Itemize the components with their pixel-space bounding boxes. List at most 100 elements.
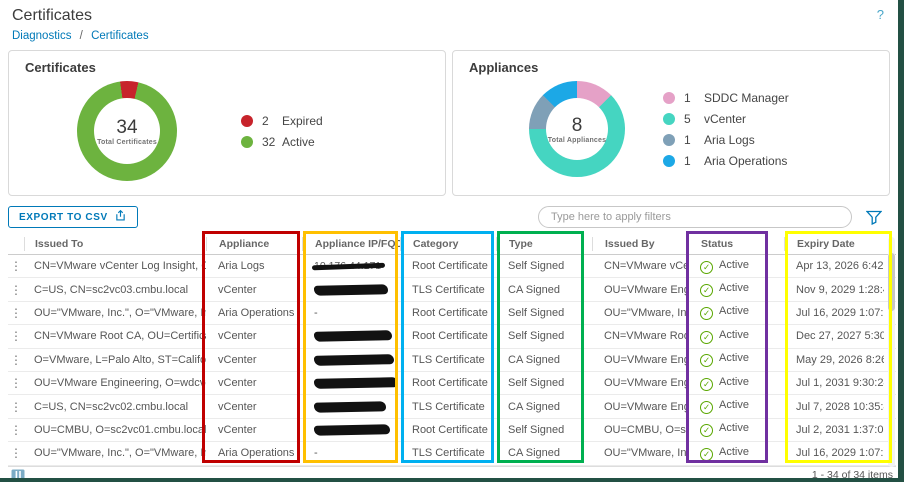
row-menu-icon[interactable]: ⋮ <box>10 283 22 297</box>
cell-issued-by: OU=VMware Engine... <box>604 400 688 413</box>
legend-count: 1 <box>684 90 691 105</box>
legend-label: Expired <box>282 113 323 128</box>
row-actions-button[interactable]: ⋮ <box>8 446 24 460</box>
total-certificates-label: Total Certificates <box>97 138 157 146</box>
cell-category: TLS Certificate <box>412 447 485 460</box>
cell-expiry-date: Dec 27, 2027 5:30:3... <box>796 330 884 343</box>
table-row[interactable]: ⋮ OU=VMware Engineering, O=wdcvc01.cmbu.l… <box>8 372 896 396</box>
legend-dot-icon <box>663 133 675 146</box>
cell-appliance-ip-fqdn <box>302 400 400 413</box>
table-row[interactable]: ⋮ OU="VMware, Inc.", O="VMware, Inc.", CN… <box>8 442 896 466</box>
table-row[interactable]: ⋮ O=VMware, L=Palo Alto, ST=California, C… <box>8 349 896 372</box>
redacted-value: 10.176.44.171 <box>311 260 386 272</box>
column-header-appliance[interactable]: Appliance <box>206 237 302 251</box>
cell-appliance: vCenter <box>218 423 257 436</box>
cell-issued-by: OU="VMware, Inc.", ... <box>604 447 688 460</box>
help-icon[interactable]: ? <box>877 7 884 22</box>
column-picker-icon[interactable] <box>11 469 25 478</box>
redacted-value <box>313 354 395 366</box>
legend-count: 2 <box>262 113 269 128</box>
cell-expiry-date: Jul 2, 2031 1:37:03 AM <box>796 423 884 436</box>
row-actions-button[interactable]: ⋮ <box>8 259 24 273</box>
cell-expiry-date: Jul 7, 2028 10:35:42 ... <box>796 400 884 413</box>
cell-appliance-ip-fqdn <box>302 330 400 343</box>
legend-dot-icon <box>663 112 675 125</box>
row-actions-button[interactable]: ⋮ <box>8 423 24 437</box>
total-appliances-value: 8 <box>571 114 583 136</box>
cell-issued-to: C=US, CN=sc2vc02.cmbu.local <box>34 400 189 413</box>
column-header-category[interactable]: Category <box>400 237 496 251</box>
cell-issued-to: C=US, CN=sc2vc03.cmbu.local <box>34 283 189 296</box>
cell-appliance-ip-fqdn: - <box>314 306 318 319</box>
row-menu-icon[interactable]: ⋮ <box>10 400 22 414</box>
status-label: Active <box>719 258 749 271</box>
row-menu-icon[interactable]: ⋮ <box>10 329 22 343</box>
breadcrumb: Diagnostics / Certificates <box>0 25 898 42</box>
total-certificates-value: 34 <box>116 116 138 138</box>
row-menu-icon[interactable]: ⋮ <box>10 353 22 367</box>
cell-expiry-date: Apr 13, 2026 6:42:51 ... <box>796 260 884 273</box>
cell-type: Self Signed <box>508 330 565 343</box>
legend-item: 1 Aria Operations <box>663 154 789 168</box>
breadcrumb-separator: / <box>79 30 83 42</box>
breadcrumb-diagnostics[interactable]: Diagnostics <box>12 30 71 42</box>
legend-label: vCenter <box>704 111 747 126</box>
column-header-issued-to[interactable]: Issued To <box>24 237 206 251</box>
cell-type: Self Signed <box>508 306 565 319</box>
table-row[interactable]: ⋮ CN=VMware Root CA, OU=Certification Aut… <box>8 325 896 349</box>
certificates-card-title: Certificates <box>25 60 96 75</box>
cell-issued-to: OU="VMware, Inc.", O="VMware, Inc.", CN=… <box>34 447 206 460</box>
export-icon <box>114 209 127 225</box>
redacted-value <box>313 330 393 343</box>
cell-type: Self Signed <box>508 377 565 390</box>
table-row[interactable]: ⋮ C=US, CN=sc2vc02.cmbu.local vCenter TLS C… <box>8 395 896 419</box>
row-menu-icon[interactable]: ⋮ <box>10 376 22 390</box>
cell-issued-to: OU=CMBU, O=sc2vc01.cmbu.local, ST=Califo… <box>34 423 206 436</box>
breadcrumb-certificates[interactable]: Certificates <box>91 30 149 42</box>
cell-status: ✓ Active <box>688 329 784 344</box>
row-actions-button[interactable]: ⋮ <box>8 400 24 414</box>
column-header-appliance-ip-fqdn[interactable]: Appliance IP/FQDN <box>302 237 400 251</box>
cell-issued-by: OU=VMware Engine... <box>604 283 688 296</box>
cell-status: ✓ Active <box>688 282 784 298</box>
certificates-table: Issued To Appliance Appliance IP/FQDN Ca… <box>8 231 896 478</box>
column-header-expiry-date[interactable]: Expiry Date <box>784 237 884 251</box>
scrollbar-thumb[interactable] <box>888 253 895 311</box>
cell-appliance-ip-fqdn <box>302 283 400 296</box>
active-check-icon: ✓ <box>700 260 713 274</box>
cell-status: ✓ Active <box>688 305 784 321</box>
cell-status: ✓ Active <box>688 446 784 461</box>
column-header-type[interactable]: Type <box>496 237 592 251</box>
row-menu-icon[interactable]: ⋮ <box>10 259 22 273</box>
table-row[interactable]: ⋮ CN=VMware vCenter Log Insight, OU=vCent… <box>8 255 896 279</box>
donut-center: 34 Total Certificates <box>94 98 160 164</box>
appliances-card: Appliances 8 Total Appliances 1 SDDC Mana… <box>452 50 890 196</box>
cell-issued-to: OU="VMware, Inc.", O="VMware, Inc.", CN=… <box>34 306 206 319</box>
cell-issued-by: OU="VMware, Inc.", ... <box>604 306 688 319</box>
appliances-legend: 1 SDDC Manager 5 vCenter 1 Aria Logs 1 Aria Ope… <box>663 91 789 168</box>
row-actions-button[interactable]: ⋮ <box>8 283 24 297</box>
row-actions-button[interactable]: ⋮ <box>8 306 24 320</box>
table-row[interactable]: ⋮ OU=CMBU, O=sc2vc01.cmbu.local, ST=Calif… <box>8 419 896 443</box>
row-menu-icon[interactable]: ⋮ <box>10 306 22 320</box>
column-header-issued-by[interactable]: Issued By <box>592 237 688 251</box>
filter-input[interactable] <box>538 206 852 228</box>
filter-funnel-icon[interactable] <box>865 210 883 230</box>
table-row[interactable]: ⋮ OU="VMware, Inc.", O="VMware, Inc.", CN… <box>8 302 896 326</box>
cell-category: Root Certificate <box>412 330 488 343</box>
legend-item: 2 Expired <box>241 114 323 128</box>
legend-item: 1 Aria Logs <box>663 133 789 147</box>
total-appliances-label: Total Appliances <box>547 136 607 144</box>
row-menu-icon[interactable]: ⋮ <box>10 423 22 437</box>
row-actions-button[interactable]: ⋮ <box>8 376 24 390</box>
cell-status: ✓ Active <box>688 399 784 415</box>
row-menu-icon[interactable]: ⋮ <box>10 446 22 460</box>
cell-type: Self Signed <box>508 423 565 436</box>
table-row[interactable]: ⋮ C=US, CN=sc2vc03.cmbu.local vCenter TLS C… <box>8 278 896 302</box>
table-scrollbar[interactable] <box>888 237 895 467</box>
column-header-status[interactable]: Status <box>688 237 784 251</box>
row-actions-button[interactable]: ⋮ <box>8 353 24 367</box>
cell-issued-by: CN=VMware vCente... <box>604 260 688 273</box>
row-actions-button[interactable]: ⋮ <box>8 329 24 343</box>
export-to-csv-button[interactable]: EXPORT TO CSV <box>8 206 138 228</box>
